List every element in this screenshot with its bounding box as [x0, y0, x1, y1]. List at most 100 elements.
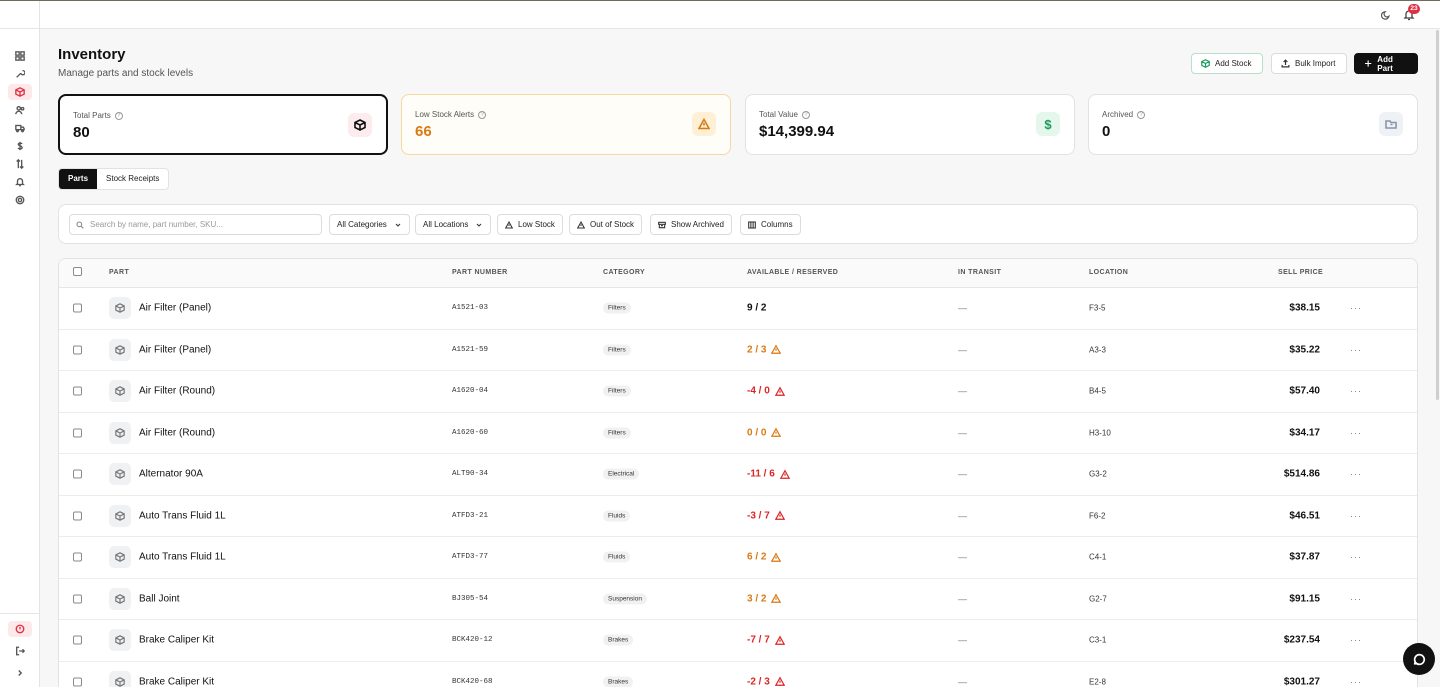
part-name[interactable]: Brake Caliper Kit — [139, 635, 214, 646]
table-row[interactable]: Air Filter (Panel) A1521-59 Filters 2 / 3 — A… — [59, 330, 1417, 371]
page-scrollbar[interactable] — [1436, 30, 1439, 400]
row-checkbox[interactable] — [73, 677, 82, 687]
part-name[interactable]: Auto Trans Fluid 1L — [139, 552, 226, 563]
row-checkbox[interactable] — [73, 428, 82, 438]
moon-icon[interactable] — [1381, 10, 1391, 20]
sidebar-item-inventory[interactable] — [8, 84, 32, 100]
location-value: A3-3 — [1089, 345, 1106, 355]
table-row[interactable]: Air Filter (Round) A1620-60 Filters 0 / 0 — H… — [59, 413, 1417, 454]
column-header-sell-price[interactable]: SELL PRICE — [1278, 269, 1323, 276]
stat-card-total-parts[interactable]: Total Parts? 80 — [58, 94, 388, 155]
row-actions-button[interactable]: ··· — [1350, 552, 1362, 562]
part-name[interactable]: Ball Joint — [139, 593, 180, 604]
category-badge: Brakes — [603, 676, 634, 687]
sidebar-item-logout[interactable] — [8, 643, 32, 659]
stat-card-total-value[interactable]: Total Value? $14,399.94 $ — [745, 94, 1075, 155]
sidebar-item-help[interactable] — [8, 621, 32, 637]
columns-label: Columns — [761, 220, 793, 229]
column-header-part-number[interactable]: PART NUMBER — [452, 269, 508, 276]
columns-button[interactable]: Columns — [740, 214, 801, 235]
warning-icon — [771, 344, 782, 355]
row-checkbox[interactable] — [73, 511, 82, 521]
location-select[interactable]: All Locations — [415, 214, 491, 235]
column-header-category[interactable]: CATEGORY — [603, 269, 645, 276]
sidebar-item-notifications[interactable] — [8, 174, 32, 190]
sidebar-item-transfers[interactable] — [8, 156, 32, 172]
search-icon — [76, 220, 84, 229]
column-header-available[interactable]: AVAILABLE / RESERVED — [747, 269, 838, 276]
category-select[interactable]: All Categories — [329, 214, 410, 235]
part-name[interactable]: Alternator 90A — [139, 469, 203, 480]
column-header-location[interactable]: LOCATION — [1089, 269, 1128, 276]
table-row[interactable]: Air Filter (Round) A1620-04 Filters -4 / 0 —… — [59, 371, 1417, 413]
sidebar-item-vehicles[interactable] — [8, 120, 32, 136]
row-actions-button[interactable]: ··· — [1350, 345, 1362, 355]
sidebar-item-dashboard[interactable] — [8, 48, 32, 64]
row-checkbox[interactable] — [73, 386, 82, 396]
stat-label: Archived — [1102, 110, 1134, 119]
part-name[interactable]: Brake Caliper Kit — [139, 676, 214, 687]
row-checkbox[interactable] — [73, 635, 82, 645]
row-actions-button[interactable]: ··· — [1350, 511, 1362, 521]
table-row[interactable]: Air Filter (Panel) A1521-03 Filters 9 / 2 — F… — [59, 288, 1417, 330]
sidebar-item-settings[interactable] — [8, 192, 32, 208]
row-actions-button[interactable]: ··· — [1350, 635, 1362, 645]
show-archived-button[interactable]: Show Archived — [650, 214, 732, 235]
bulk-import-button[interactable]: Bulk Import — [1271, 53, 1347, 74]
table-row[interactable]: Brake Caliper Kit BCK420-12 Brakes -7 / 7 — C… — [59, 620, 1417, 662]
stat-card-low-stock[interactable]: Low Stock Alerts? 66 — [401, 94, 731, 155]
upload-icon — [1281, 59, 1290, 68]
table-row[interactable]: Ball Joint BJ305-54 Suspension 3 / 2 — G2-7 $9… — [59, 579, 1417, 620]
row-actions-button[interactable]: ··· — [1350, 386, 1362, 396]
location-value: C3-1 — [1089, 635, 1107, 645]
row-actions-button[interactable]: ··· — [1350, 594, 1362, 604]
table-row[interactable]: Brake Caliper Kit BCK420-68 Brakes -2 / 3 — E… — [59, 662, 1417, 687]
table-row[interactable]: Auto Trans Fluid 1L ATFD3-21 Fluids -3 / 7 —… — [59, 496, 1417, 537]
add-part-button[interactable]: Add Part — [1354, 53, 1418, 74]
sidebar-item-customers[interactable] — [8, 102, 32, 118]
row-checkbox[interactable] — [73, 552, 82, 562]
info-icon: ? — [478, 110, 487, 119]
row-checkbox[interactable] — [73, 594, 82, 604]
column-header-in-transit[interactable]: IN TRANSIT — [958, 269, 1001, 276]
available-reserved: 9 / 2 — [747, 303, 766, 314]
box-icon — [1201, 59, 1210, 68]
column-header-part[interactable]: PART — [109, 269, 129, 276]
low-stock-filter-button[interactable]: Low Stock — [497, 214, 563, 235]
box-icon — [115, 427, 125, 438]
part-number: A1620-60 — [452, 428, 489, 437]
out-of-stock-filter-button[interactable]: Out of Stock — [569, 214, 643, 235]
tab-parts[interactable]: Parts — [59, 169, 98, 189]
warning-icon — [774, 676, 785, 687]
row-checkbox[interactable] — [73, 345, 82, 355]
search-box[interactable] — [69, 214, 322, 235]
row-actions-button[interactable]: ··· — [1350, 677, 1362, 687]
part-name[interactable]: Air Filter (Panel) — [139, 303, 211, 314]
table-row[interactable]: Alternator 90A ALT90-34 Electrical -11 / 6 —… — [59, 454, 1417, 496]
row-actions-button[interactable]: ··· — [1350, 303, 1362, 313]
part-name[interactable]: Air Filter (Panel) — [139, 344, 211, 355]
row-checkbox[interactable] — [73, 469, 82, 479]
add-stock-button[interactable]: Add Stock — [1191, 53, 1263, 74]
table-row[interactable]: Auto Trans Fluid 1L ATFD3-77 Fluids 6 / 2 — C… — [59, 537, 1417, 579]
sidebar-expand-button[interactable] — [8, 665, 32, 681]
part-thumbnail — [109, 546, 131, 569]
part-name[interactable]: Air Filter (Round) — [139, 427, 215, 438]
chat-bubble-icon — [1413, 653, 1425, 665]
tab-stock-receipts[interactable]: Stock Receipts — [97, 169, 168, 189]
stat-card-archived[interactable]: Archived? 0 — [1088, 94, 1418, 155]
chat-button[interactable] — [1403, 643, 1435, 675]
sidebar-item-billing[interactable] — [8, 138, 32, 154]
search-input[interactable] — [90, 220, 310, 229]
select-all-checkbox[interactable] — [73, 267, 82, 276]
row-checkbox[interactable] — [73, 303, 82, 313]
sidebar-item-work-orders[interactable] — [8, 66, 32, 82]
bulk-import-label: Bulk Import — [1295, 59, 1336, 68]
transfer-arrows-icon — [16, 159, 24, 169]
available-reserved: -3 / 7 — [747, 510, 785, 521]
sell-price: $37.87 — [1289, 551, 1320, 563]
part-name[interactable]: Air Filter (Round) — [139, 386, 215, 397]
part-name[interactable]: Auto Trans Fluid 1L — [139, 510, 226, 521]
row-actions-button[interactable]: ··· — [1350, 469, 1362, 479]
row-actions-button[interactable]: ··· — [1350, 428, 1362, 438]
